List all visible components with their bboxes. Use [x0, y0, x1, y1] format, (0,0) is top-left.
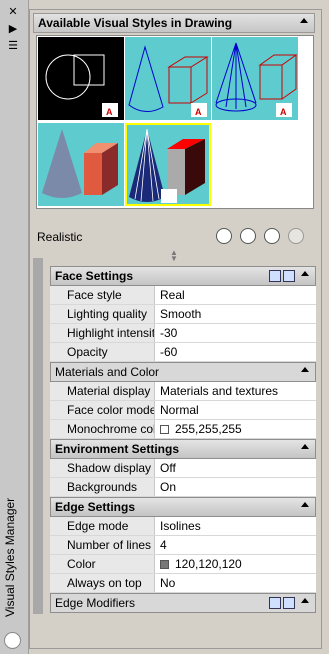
overhang-toggle-icon[interactable] — [269, 597, 281, 609]
close-icon[interactable]: ✕ — [6, 6, 20, 19]
svg-text:A: A — [280, 107, 287, 117]
splitter-handle-icon[interactable]: ▲ ▼ — [170, 249, 178, 263]
property-row[interactable]: Monochrome col...255,255,255 — [50, 420, 316, 439]
export-to-tool-palette-icon[interactable] — [264, 228, 280, 244]
property-row[interactable]: Color 120,120,120 — [50, 555, 316, 574]
property-row[interactable]: Opacity -60 — [50, 343, 316, 362]
swatch-gallery: A A A — [36, 35, 314, 209]
collapse-arrow-icon[interactable] — [301, 598, 309, 603]
property-row[interactable]: Shadow display Off — [50, 459, 316, 478]
property-row[interactable]: Face color mode Normal — [50, 401, 316, 420]
property-row[interactable]: Face style Real — [50, 286, 316, 305]
swatch-3d-hidden[interactable]: A — [125, 37, 211, 120]
create-visual-style-icon[interactable] — [216, 228, 232, 244]
edge-settings-header[interactable]: Edge Settings — [50, 497, 316, 517]
delete-visual-style-icon[interactable] — [288, 228, 304, 244]
highlight-toggle-icon[interactable] — [269, 270, 281, 282]
collapse-arrow-icon[interactable] — [301, 444, 309, 449]
color-swatch — [160, 559, 169, 569]
current-style-name: Realistic — [37, 229, 83, 244]
svg-text:A: A — [106, 107, 113, 117]
materials-header[interactable]: Materials and Color — [50, 362, 316, 382]
property-row[interactable]: Highlight intensity -30 — [50, 324, 316, 343]
drawing-status-icon[interactable] — [4, 632, 21, 649]
available-styles-title: Available Visual Styles in Drawing — [38, 16, 233, 30]
panel-gripper[interactable] — [33, 258, 43, 614]
apply-to-viewport-icon[interactable] — [240, 228, 256, 244]
swatch-3d-wireframe[interactable]: A — [212, 37, 298, 120]
palette-title-bar: ✕ ▶ ☰ Visual Styles Manager — [0, 0, 29, 654]
property-row[interactable]: Lighting quality Smooth — [50, 305, 316, 324]
property-row[interactable]: Edge mode Isolines — [50, 517, 316, 536]
property-row[interactable]: Always on top No — [50, 574, 316, 593]
edge-modifiers-header[interactable]: Edge Modifiers — [50, 593, 316, 613]
available-styles-header[interactable]: Available Visual Styles in Drawing — [33, 13, 315, 33]
auto-hide-icon[interactable]: ▶ — [6, 23, 20, 36]
face-settings-header[interactable]: Face Settings — [50, 266, 316, 286]
environment-header[interactable]: Environment Settings — [50, 439, 316, 459]
opacity-toggle-icon[interactable] — [283, 270, 295, 282]
color-swatch — [160, 424, 169, 434]
swatch-conceptual[interactable] — [38, 123, 124, 206]
jitter-toggle-icon[interactable] — [283, 597, 295, 609]
properties-grid: Face Settings Face style Real Lighting qu… — [50, 266, 316, 613]
property-row[interactable]: Material display Materials and textures — [50, 382, 316, 401]
collapse-arrow-icon[interactable] — [301, 502, 309, 507]
swatch-2d-wireframe[interactable]: A — [38, 37, 124, 120]
palette-title: Visual Styles Manager — [3, 497, 17, 617]
property-row[interactable]: Backgrounds On — [50, 478, 316, 497]
properties-menu-icon[interactable]: ☰ — [6, 40, 20, 53]
swatch-realistic[interactable] — [125, 123, 211, 206]
property-row[interactable]: Number of lines 4 — [50, 536, 316, 555]
svg-text:A: A — [195, 107, 202, 117]
collapse-arrow-icon[interactable] — [300, 18, 308, 23]
collapse-arrow-icon[interactable] — [301, 271, 309, 276]
collapse-arrow-icon[interactable] — [301, 367, 309, 372]
